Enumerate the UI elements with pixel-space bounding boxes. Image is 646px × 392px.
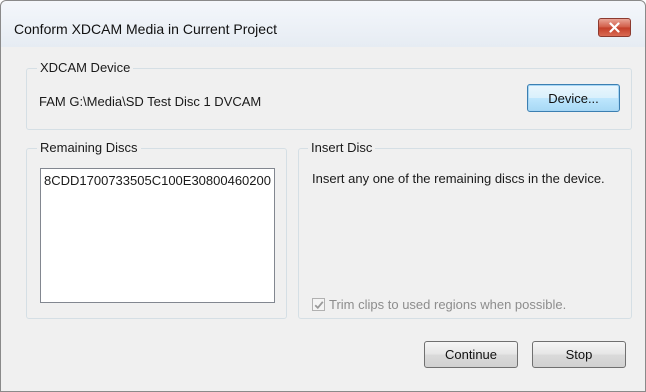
trim-clips-checkbox-row[interactable]: Trim clips to used regions when possible… [312, 297, 566, 312]
trim-clips-label: Trim clips to used regions when possible… [329, 297, 567, 312]
insert-disc-group-label: Insert Disc [308, 140, 376, 155]
title-bar[interactable]: Conform XDCAM Media in Current Project [1, 1, 645, 47]
remaining-discs-group: Remaining Discs 8CDD1700733505C100E30800… [26, 140, 287, 319]
device-button[interactable]: Device... [527, 84, 620, 112]
conform-dialog: Conform XDCAM Media in Current Project X… [0, 0, 646, 392]
remaining-discs-group-label: Remaining Discs [37, 140, 141, 155]
window-title: Conform XDCAM Media in Current Project [14, 21, 277, 37]
stop-button[interactable]: Stop [532, 341, 626, 368]
dialog-body: XDCAM Device FAM G:\Media\SD Test Disc 1… [10, 47, 636, 384]
xdcam-device-group-label: XDCAM Device [37, 60, 134, 75]
close-icon [609, 22, 620, 33]
remaining-discs-list[interactable]: 8CDD1700733505C100E30800460200 [40, 168, 275, 303]
close-button[interactable] [598, 18, 631, 37]
insert-disc-group: Insert Disc Insert any one of the remain… [298, 140, 632, 319]
list-item[interactable]: 8CDD1700733505C100E30800460200 [44, 173, 271, 188]
device-path-text: FAM G:\Media\SD Test Disc 1 DVCAM [39, 94, 262, 109]
insert-disc-instruction: Insert any one of the remaining discs in… [312, 171, 605, 186]
trim-clips-checkbox[interactable] [312, 298, 325, 311]
xdcam-device-group: XDCAM Device FAM G:\Media\SD Test Disc 1… [26, 60, 632, 130]
continue-button[interactable]: Continue [424, 341, 518, 368]
checkmark-icon [314, 300, 323, 309]
